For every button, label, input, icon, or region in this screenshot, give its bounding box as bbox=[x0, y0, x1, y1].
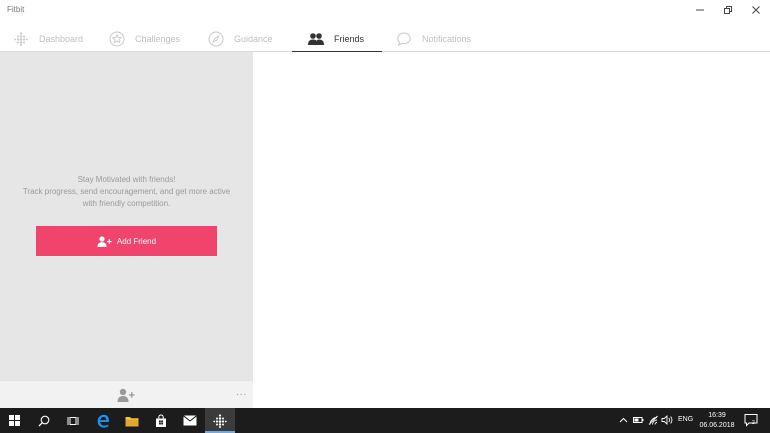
empty-state-message: Stay Motivated with friends! Track progr… bbox=[0, 174, 253, 210]
title-bar: Fitbit bbox=[0, 0, 770, 22]
clock-date: 06.06.2018 bbox=[699, 422, 735, 429]
folder-icon bbox=[125, 416, 138, 426]
restore-icon bbox=[724, 6, 732, 14]
windows-logo-icon bbox=[9, 415, 20, 426]
action-center-icon[interactable]: 2 bbox=[744, 413, 758, 432]
restore-button[interactable] bbox=[714, 0, 742, 20]
file-explorer-button[interactable] bbox=[117, 408, 146, 433]
store-bag-icon bbox=[155, 413, 166, 427]
tab-label: Notifications bbox=[422, 34, 472, 44]
add-friend-button[interactable]: Add Friend bbox=[36, 226, 217, 256]
minimize-button[interactable] bbox=[686, 0, 714, 20]
tab-label: Friends bbox=[334, 34, 365, 44]
tab-dashboard[interactable]: Dashboard bbox=[12, 26, 83, 52]
system-clock[interactable]: 16:39 06.06.2018 bbox=[696, 411, 738, 431]
friend-detail-area bbox=[253, 52, 770, 408]
search-button[interactable] bbox=[29, 408, 58, 433]
add-friend-label: Add Friend bbox=[116, 236, 157, 246]
tab-label: Guidance bbox=[234, 34, 273, 44]
empty-state-title: Stay Motivated with friends! bbox=[77, 175, 176, 184]
fitbit-logo-icon bbox=[213, 413, 227, 428]
chevron-up-icon[interactable] bbox=[619, 414, 628, 426]
star-badge-icon bbox=[108, 30, 126, 48]
fitbit-window: Fitbit Dashboard Challenges Guidance Fri… bbox=[0, 0, 770, 433]
main-navigation: Dashboard Challenges Guidance Friends No bbox=[0, 26, 770, 53]
minimize-icon bbox=[696, 9, 704, 11]
wifi-icon[interactable] bbox=[648, 414, 659, 426]
dots-grid-icon bbox=[12, 30, 30, 48]
tab-challenges[interactable]: Challenges bbox=[108, 26, 180, 52]
store-button[interactable] bbox=[146, 408, 175, 433]
clock-time: 16:39 bbox=[708, 412, 726, 419]
task-view-icon bbox=[67, 416, 78, 425]
friends-panel-footer: ... bbox=[0, 380, 253, 408]
empty-state-line: Track progress, send encouragement, and … bbox=[22, 187, 231, 196]
compass-icon bbox=[207, 30, 225, 48]
empty-state-line: with friendly competition. bbox=[82, 199, 171, 208]
add-person-icon[interactable] bbox=[117, 388, 135, 407]
taskbar: ENG 16:39 06.06.2018 2 bbox=[0, 408, 770, 433]
tab-friends[interactable]: Friends bbox=[292, 26, 382, 53]
search-icon bbox=[38, 415, 49, 426]
add-person-icon bbox=[97, 235, 112, 247]
mail-button[interactable] bbox=[175, 408, 204, 433]
friends-icon bbox=[307, 30, 325, 48]
chat-bubble-icon bbox=[395, 30, 413, 48]
more-options-button[interactable]: ... bbox=[236, 387, 247, 398]
tab-notifications[interactable]: Notifications bbox=[395, 26, 471, 52]
battery-icon[interactable] bbox=[633, 414, 644, 426]
edge-browser-button[interactable] bbox=[88, 408, 117, 433]
tab-guidance[interactable]: Guidance bbox=[207, 26, 273, 52]
window-title: Fitbit bbox=[7, 5, 25, 14]
start-button[interactable] bbox=[0, 408, 29, 433]
volume-icon[interactable] bbox=[661, 414, 673, 426]
friends-panel: Stay Motivated with friends! Track progr… bbox=[0, 52, 253, 380]
close-icon bbox=[752, 6, 760, 14]
close-button[interactable] bbox=[742, 0, 770, 20]
fitbit-taskbar-button[interactable] bbox=[205, 408, 235, 433]
input-language[interactable]: ENG bbox=[678, 416, 693, 423]
tab-label: Challenges bbox=[135, 34, 181, 44]
tab-label: Dashboard bbox=[39, 34, 84, 44]
edge-icon bbox=[97, 414, 109, 428]
task-view-button[interactable] bbox=[58, 408, 87, 433]
notification-count: 2 bbox=[752, 420, 755, 426]
mail-icon bbox=[182, 415, 197, 426]
